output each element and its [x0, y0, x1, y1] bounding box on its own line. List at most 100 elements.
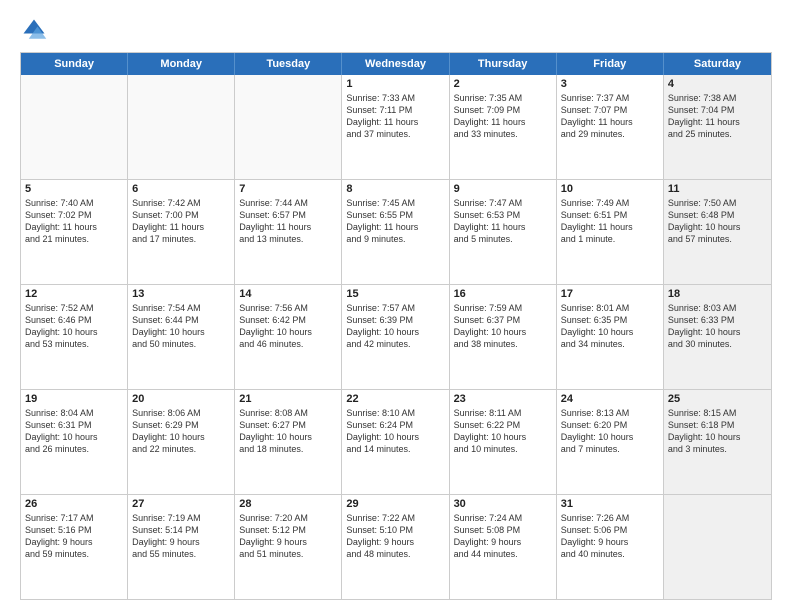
logo: [20, 16, 52, 44]
calendar-row-1: 5 Sunrise: 7:40 AM Sunset: 7:02 PM Daylig…: [21, 179, 771, 284]
calendar-cell-12: 12 Sunrise: 7:52 AM Sunset: 6:46 PM Dayli…: [21, 285, 128, 389]
calendar-cell-4: 4 Sunrise: 7:38 AM Sunset: 7:04 PM Daylig…: [664, 75, 771, 179]
calendar-cell-empty-0-0: [21, 75, 128, 179]
calendar-cell-30: 30 Sunrise: 7:24 AM Sunset: 5:08 PM Dayli…: [450, 495, 557, 599]
day-number: 19: [25, 393, 123, 405]
day-number: 15: [346, 288, 444, 300]
cell-info: Sunrise: 7:56 AM Sunset: 6:42 PM Dayligh…: [239, 302, 337, 351]
cell-info: Sunrise: 7:52 AM Sunset: 6:46 PM Dayligh…: [25, 302, 123, 351]
calendar-cell-8: 8 Sunrise: 7:45 AM Sunset: 6:55 PM Daylig…: [342, 180, 449, 284]
calendar-cell-28: 28Sunrise: 7:20 AM Sunset: 5:12 PM Dayli…: [235, 495, 342, 599]
logo-icon: [20, 16, 48, 44]
calendar-cell-empty-0-1: [128, 75, 235, 179]
calendar-cell-1: 1 Sunrise: 7:33 AM Sunset: 7:11 PM Daylig…: [342, 75, 449, 179]
weekday-header-saturday: Saturday: [664, 53, 771, 75]
day-number: 2: [454, 78, 552, 90]
calendar-cell-7: 7 Sunrise: 7:44 AM Sunset: 6:57 PM Daylig…: [235, 180, 342, 284]
calendar-cell-14: 14 Sunrise: 7:56 AM Sunset: 6:42 PM Dayli…: [235, 285, 342, 389]
calendar-cell-6: 6 Sunrise: 7:42 AM Sunset: 7:00 PM Daylig…: [128, 180, 235, 284]
calendar-cell-23: 23 Sunrise: 8:11 AM Sunset: 6:22 PM Dayli…: [450, 390, 557, 494]
weekday-header-wednesday: Wednesday: [342, 53, 449, 75]
weekday-header-thursday: Thursday: [450, 53, 557, 75]
cell-info: Sunrise: 7:17 AM Sunset: 5:16 PM Dayligh…: [25, 512, 123, 561]
day-number: 23: [454, 393, 552, 405]
calendar-cell-18: 18 Sunrise: 8:03 AM Sunset: 6:33 PM Dayli…: [664, 285, 771, 389]
calendar-cell-empty-0-2: [235, 75, 342, 179]
calendar-cell-empty-4-6: [664, 495, 771, 599]
weekday-header-monday: Monday: [128, 53, 235, 75]
cell-info: Sunrise: 7:35 AM Sunset: 7:09 PM Dayligh…: [454, 92, 552, 141]
day-number: 16: [454, 288, 552, 300]
calendar-cell-20: 20 Sunrise: 8:06 AM Sunset: 6:29 PM Dayli…: [128, 390, 235, 494]
day-number: 11: [668, 183, 767, 195]
cell-info: Sunrise: 7:42 AM Sunset: 7:00 PM Dayligh…: [132, 197, 230, 246]
calendar-row-2: 12 Sunrise: 7:52 AM Sunset: 6:46 PM Dayli…: [21, 284, 771, 389]
day-number: 14: [239, 288, 337, 300]
day-number: 22: [346, 393, 444, 405]
day-number: 1: [346, 78, 444, 90]
day-number: 21: [239, 393, 337, 405]
cell-info: Sunrise: 7:26 AM Sunset: 5:06 PM Dayligh…: [561, 512, 659, 561]
calendar-cell-10: 10 Sunrise: 7:49 AM Sunset: 6:51 PM Dayli…: [557, 180, 664, 284]
calendar-cell-2: 2 Sunrise: 7:35 AM Sunset: 7:09 PM Daylig…: [450, 75, 557, 179]
calendar-cell-24: 24Sunrise: 8:13 AM Sunset: 6:20 PM Dayli…: [557, 390, 664, 494]
calendar-row-3: 19 Sunrise: 8:04 AM Sunset: 6:31 PM Dayli…: [21, 389, 771, 494]
day-number: 8: [346, 183, 444, 195]
day-number: 20: [132, 393, 230, 405]
weekday-header-friday: Friday: [557, 53, 664, 75]
day-number: 30: [454, 498, 552, 510]
day-number: 17: [561, 288, 659, 300]
calendar-cell-17: 17 Sunrise: 8:01 AM Sunset: 6:35 PM Dayli…: [557, 285, 664, 389]
cell-info: Sunrise: 7:22 AM Sunset: 5:10 PM Dayligh…: [346, 512, 444, 561]
day-number: 13: [132, 288, 230, 300]
weekday-header-sunday: Sunday: [21, 53, 128, 75]
cell-info: Sunrise: 7:49 AM Sunset: 6:51 PM Dayligh…: [561, 197, 659, 246]
page: SundayMondayTuesdayWednesdayThursdayFrid…: [0, 0, 792, 612]
cell-info: Sunrise: 8:03 AM Sunset: 6:33 PM Dayligh…: [668, 302, 767, 351]
calendar-cell-27: 27Sunrise: 7:19 AM Sunset: 5:14 PM Dayli…: [128, 495, 235, 599]
calendar-cell-5: 5 Sunrise: 7:40 AM Sunset: 7:02 PM Daylig…: [21, 180, 128, 284]
calendar-cell-29: 29 Sunrise: 7:22 AM Sunset: 5:10 PM Dayli…: [342, 495, 449, 599]
cell-info: Sunrise: 8:06 AM Sunset: 6:29 PM Dayligh…: [132, 407, 230, 456]
calendar-cell-19: 19 Sunrise: 8:04 AM Sunset: 6:31 PM Dayli…: [21, 390, 128, 494]
cell-info: Sunrise: 7:45 AM Sunset: 6:55 PM Dayligh…: [346, 197, 444, 246]
day-number: 31: [561, 498, 659, 510]
cell-info: Sunrise: 8:01 AM Sunset: 6:35 PM Dayligh…: [561, 302, 659, 351]
calendar-cell-21: 21Sunrise: 8:08 AM Sunset: 6:27 PM Dayli…: [235, 390, 342, 494]
cell-info: Sunrise: 7:57 AM Sunset: 6:39 PM Dayligh…: [346, 302, 444, 351]
cell-info: Sunrise: 8:15 AM Sunset: 6:18 PM Dayligh…: [668, 407, 767, 456]
cell-info: Sunrise: 8:04 AM Sunset: 6:31 PM Dayligh…: [25, 407, 123, 456]
calendar-cell-26: 26Sunrise: 7:17 AM Sunset: 5:16 PM Dayli…: [21, 495, 128, 599]
calendar-cell-13: 13Sunrise: 7:54 AM Sunset: 6:44 PM Dayli…: [128, 285, 235, 389]
weekday-header-tuesday: Tuesday: [235, 53, 342, 75]
calendar-cell-9: 9Sunrise: 7:47 AM Sunset: 6:53 PM Daylig…: [450, 180, 557, 284]
day-number: 12: [25, 288, 123, 300]
calendar-cell-25: 25 Sunrise: 8:15 AM Sunset: 6:18 PM Dayli…: [664, 390, 771, 494]
cell-info: Sunrise: 7:20 AM Sunset: 5:12 PM Dayligh…: [239, 512, 337, 561]
day-number: 4: [668, 78, 767, 90]
cell-info: Sunrise: 7:37 AM Sunset: 7:07 PM Dayligh…: [561, 92, 659, 141]
cell-info: Sunrise: 7:33 AM Sunset: 7:11 PM Dayligh…: [346, 92, 444, 141]
day-number: 6: [132, 183, 230, 195]
day-number: 5: [25, 183, 123, 195]
cell-info: Sunrise: 8:11 AM Sunset: 6:22 PM Dayligh…: [454, 407, 552, 456]
day-number: 25: [668, 393, 767, 405]
day-number: 9: [454, 183, 552, 195]
cell-info: Sunrise: 7:40 AM Sunset: 7:02 PM Dayligh…: [25, 197, 123, 246]
calendar-cell-3: 3 Sunrise: 7:37 AM Sunset: 7:07 PM Daylig…: [557, 75, 664, 179]
calendar-cell-22: 22Sunrise: 8:10 AM Sunset: 6:24 PM Dayli…: [342, 390, 449, 494]
cell-info: Sunrise: 7:24 AM Sunset: 5:08 PM Dayligh…: [454, 512, 552, 561]
day-number: 3: [561, 78, 659, 90]
calendar: SundayMondayTuesdayWednesdayThursdayFrid…: [20, 52, 772, 600]
cell-info: Sunrise: 7:44 AM Sunset: 6:57 PM Dayligh…: [239, 197, 337, 246]
cell-info: Sunrise: 7:19 AM Sunset: 5:14 PM Dayligh…: [132, 512, 230, 561]
day-number: 18: [668, 288, 767, 300]
day-number: 10: [561, 183, 659, 195]
header: [20, 16, 772, 44]
day-number: 29: [346, 498, 444, 510]
cell-info: Sunrise: 8:13 AM Sunset: 6:20 PM Dayligh…: [561, 407, 659, 456]
cell-info: Sunrise: 7:38 AM Sunset: 7:04 PM Dayligh…: [668, 92, 767, 141]
calendar-header: SundayMondayTuesdayWednesdayThursdayFrid…: [21, 53, 771, 75]
day-number: 7: [239, 183, 337, 195]
calendar-cell-16: 16Sunrise: 7:59 AM Sunset: 6:37 PM Dayli…: [450, 285, 557, 389]
